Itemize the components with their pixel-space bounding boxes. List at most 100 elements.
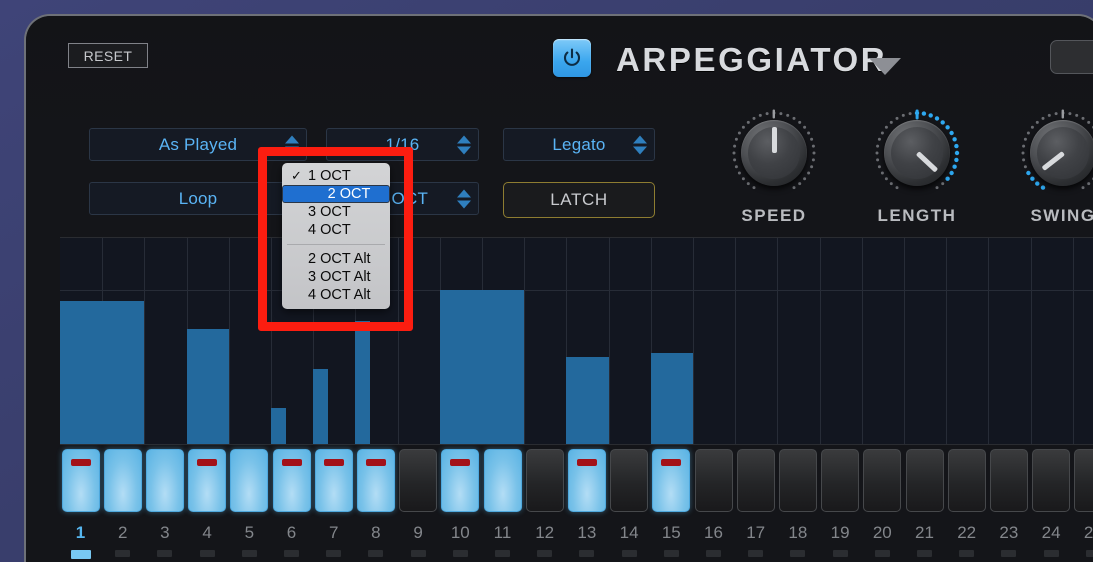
- step-button[interactable]: [61, 449, 100, 512]
- step-button[interactable]: [356, 449, 395, 512]
- latch-label: LATCH: [550, 190, 608, 209]
- step-number-label: 20: [872, 523, 892, 542]
- step-button[interactable]: [905, 449, 944, 512]
- grid-line-vertical: [1072, 238, 1074, 444]
- step-button[interactable]: [525, 449, 564, 512]
- step-accent-led: [281, 459, 302, 466]
- swing-knob[interactable]: SWING: [1008, 108, 1093, 226]
- step-button-row[interactable]: 1 2 3 4 5 6 7 8 9 10 11 12 13 14 15 16 17 18 19 20 21 22 23 24 2…: [60, 449, 1093, 559]
- grid-line-vertical: [228, 238, 230, 444]
- menu-item[interactable]: 2 OCT: [282, 185, 390, 203]
- step-button[interactable]: [652, 449, 691, 512]
- gate-mode-select[interactable]: Legato: [503, 128, 655, 161]
- grid-line-vertical: [524, 238, 526, 444]
- velocity-bar[interactable]: [313, 368, 328, 444]
- velocity-bar[interactable]: [439, 289, 525, 444]
- step-button[interactable]: [610, 449, 649, 512]
- length-knob[interactable]: LENGTH: [862, 108, 972, 226]
- step-indicator-dash: [1074, 550, 1093, 557]
- velocity-bar-chart[interactable]: [60, 237, 1093, 445]
- reset-button[interactable]: RESET: [68, 43, 148, 68]
- menu-item[interactable]: 4 OCT Alt: [282, 286, 390, 304]
- octave-range-stepper[interactable]: [457, 189, 471, 208]
- step-number-label: 15: [661, 523, 681, 542]
- step-button[interactable]: [567, 449, 606, 512]
- step-accent-led: [365, 459, 386, 466]
- menu-item[interactable]: 4 OCT: [282, 221, 390, 239]
- step-button[interactable]: [694, 449, 733, 512]
- swing-knob-dial[interactable]: [1018, 108, 1093, 198]
- step-indicator-dash: [315, 550, 353, 557]
- speed-knob-pointer: [771, 127, 777, 153]
- velocity-bar[interactable]: [60, 301, 145, 444]
- step-button[interactable]: [272, 449, 311, 512]
- speed-knob[interactable]: SPEED: [719, 108, 829, 226]
- step-button[interactable]: [947, 449, 986, 512]
- playback-mode-value: Loop: [178, 188, 218, 208]
- corner-button[interactable]: [1050, 40, 1093, 74]
- menu-item[interactable]: 3 OCT: [282, 203, 390, 221]
- velocity-bar[interactable]: [650, 352, 693, 444]
- step-button[interactable]: [863, 449, 902, 512]
- step-button[interactable]: [399, 449, 438, 512]
- velocity-bar[interactable]: [566, 356, 609, 444]
- step-button[interactable]: [1032, 449, 1071, 512]
- gate-mode-value: Legato: [552, 134, 606, 154]
- step-indicator-dash: [146, 550, 184, 557]
- step-indicator-dash: [357, 550, 395, 557]
- power-toggle-button[interactable]: [553, 39, 591, 77]
- step-button[interactable]: [188, 449, 227, 512]
- latch-button[interactable]: LATCH: [503, 182, 655, 218]
- step-button[interactable]: [1074, 449, 1093, 512]
- step-button[interactable]: [145, 449, 184, 512]
- note-order-value: As Played: [158, 134, 238, 154]
- step-button[interactable]: [103, 449, 142, 512]
- step-number-label: 19: [830, 523, 850, 542]
- grid-line-vertical: [819, 238, 821, 444]
- step-button[interactable]: [821, 449, 860, 512]
- step-indicator-dash: [484, 550, 522, 557]
- grid-line-vertical: [144, 238, 146, 444]
- step-number-label: 3: [160, 523, 170, 542]
- grid-line-vertical: [777, 238, 779, 444]
- step-number-label: 10: [450, 523, 470, 542]
- step-number-label: 12: [535, 523, 555, 542]
- octave-range-dropdown-menu[interactable]: ✓ 1 OCT 2 OCT 3 OCT 4 OCT 2 OCT Alt 3 OCT Alt 4…: [282, 163, 390, 309]
- velocity-bar[interactable]: [271, 408, 286, 444]
- menu-item[interactable]: 3 OCT Alt: [282, 268, 390, 286]
- step-button[interactable]: [483, 449, 522, 512]
- velocity-bar[interactable]: [355, 321, 371, 444]
- length-knob-dial[interactable]: [872, 108, 962, 198]
- grid-line-vertical: [693, 238, 694, 444]
- step-button[interactable]: [230, 449, 269, 512]
- step-indicator-dash: [1032, 550, 1070, 557]
- menu-item[interactable]: 2 OCT Alt: [282, 250, 390, 268]
- step-indicator-dash: [188, 550, 226, 557]
- step-number-label: 2: [117, 523, 128, 542]
- step-button[interactable]: [778, 449, 817, 512]
- chevron-down-icon[interactable]: [869, 58, 901, 75]
- step-indicator-dash: [230, 550, 268, 557]
- step-indicator-dash: [652, 550, 690, 557]
- step-indicator-dash: [863, 550, 901, 557]
- step-indicator-dash: [104, 550, 142, 557]
- step-button[interactable]: [736, 449, 775, 512]
- step-number-label: 6: [286, 523, 297, 542]
- length-knob-label: LENGTH: [877, 206, 957, 225]
- step-indicator-dash: [62, 550, 100, 559]
- step-indicator-dash: [779, 550, 817, 557]
- rate-stepper[interactable]: [457, 135, 471, 154]
- step-button[interactable]: [441, 449, 480, 512]
- menu-item[interactable]: ✓ 1 OCT: [282, 167, 390, 185]
- step-button[interactable]: [314, 449, 353, 512]
- step-accent-led: [323, 459, 344, 466]
- gate-mode-stepper[interactable]: [633, 135, 647, 154]
- step-indicator-dash: [273, 550, 311, 557]
- velocity-bar[interactable]: [186, 329, 229, 444]
- step-number-label: 11: [493, 523, 512, 542]
- swing-knob-label: SWING: [1030, 206, 1093, 225]
- step-number-label: 4: [202, 523, 212, 542]
- step-button[interactable]: [989, 449, 1028, 512]
- speed-knob-dial[interactable]: [729, 108, 819, 198]
- step-indicator-dash: [695, 550, 733, 557]
